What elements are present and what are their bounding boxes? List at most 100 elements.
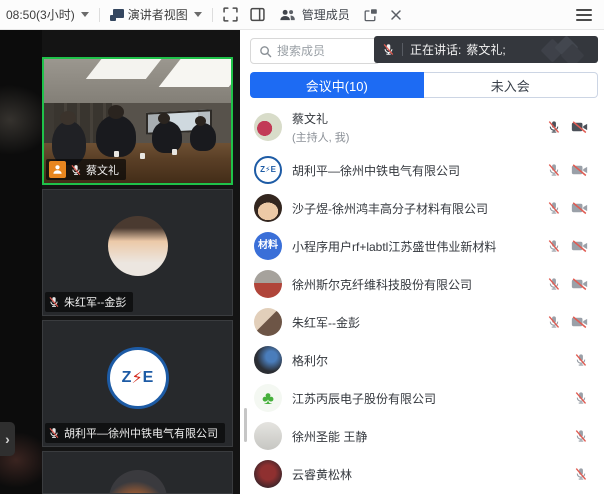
company-logo-avatar: Z ⚡ E xyxy=(106,347,169,409)
tab-in-meeting[interactable]: 会议中(10) xyxy=(250,72,424,98)
camera-status-icon[interactable] xyxy=(571,277,588,291)
member-avatar xyxy=(254,194,282,222)
mic-status-icon[interactable] xyxy=(547,315,561,329)
member-row[interactable]: 朱红军--金彭 xyxy=(240,303,604,341)
video-name-label: 朱红军--金彭 xyxy=(45,292,134,312)
mic-status-icon[interactable] xyxy=(547,201,561,215)
member-name: 徐州斯尔克纤维科技股份有限公司 xyxy=(292,277,473,292)
mic-status-icon[interactable] xyxy=(547,277,561,291)
camera-status-icon[interactable] xyxy=(571,201,588,215)
speaking-name: 蔡文礼; xyxy=(466,43,506,57)
member-row[interactable]: ♣ 江苏丙辰电子股份有限公司 xyxy=(240,379,604,417)
member-avatar xyxy=(254,460,282,488)
video-tile-partial[interactable] xyxy=(42,451,233,494)
member-row[interactable]: 蔡文礼 (主持人, 我) xyxy=(240,103,604,151)
camera-status-icon[interactable] xyxy=(571,239,588,253)
member-row[interactable]: 徐州圣能 王静 xyxy=(240,417,604,455)
mic-muted-icon xyxy=(48,296,60,308)
participant-name: 朱红军--金彭 xyxy=(64,297,127,309)
member-avatar xyxy=(254,270,282,298)
member-name: 格利尔 xyxy=(292,353,329,368)
participant-avatar xyxy=(108,470,167,493)
member-list: 蔡文礼 (主持人, 我) Z⚡E 胡利平—徐州中铁电气有限公司 沙子煜-徐州鸿丰… xyxy=(240,103,604,494)
member-row[interactable]: 云睿黄松林 xyxy=(240,455,604,493)
member-name: 云睿黄松林 xyxy=(292,467,353,482)
member-row[interactable]: 材料 小程序用户rf+labtl江苏盛世伟业新材料 xyxy=(240,227,604,265)
member-management-panel: 正在讲话: 蔡文礼; 会议中(10) 未入会 蔡文礼 (主持人, 我) Z⚡E … xyxy=(240,30,604,494)
watermark-logo xyxy=(538,36,588,63)
member-row[interactable]: 格利尔 xyxy=(240,341,604,379)
video-tile-active-speaker[interactable]: 蔡文礼 xyxy=(42,57,233,185)
mic-status-icon[interactable] xyxy=(547,120,561,134)
member-avatar: ♣ xyxy=(254,384,282,412)
member-name: 胡利平—徐州中铁电气有限公司 xyxy=(292,163,461,178)
member-name: 蔡文礼 xyxy=(292,111,329,126)
member-avatar xyxy=(254,308,282,336)
search-input[interactable] xyxy=(277,44,367,58)
participant-name: 蔡文礼 xyxy=(86,164,119,177)
toast-divider xyxy=(402,43,403,56)
member-row[interactable]: 沙子煜-徐州鸿丰高分子材料有限公司 xyxy=(240,189,604,227)
video-tile[interactable]: Z ⚡ E 胡利平—徐州中铁电气有限公司 xyxy=(42,320,233,447)
member-row[interactable]: 徐州斯尔克纤维科技股份有限公司 xyxy=(240,265,604,303)
fullscreen-button[interactable] xyxy=(217,0,244,29)
top-toolbar: 08:50(3小时) 演讲者视图 管理成员 xyxy=(0,0,604,30)
mic-status-icon[interactable] xyxy=(574,391,588,405)
chevron-down-icon xyxy=(193,12,202,17)
member-name: 小程序用户rf+labtl江苏盛世伟业新材料 xyxy=(292,239,497,254)
participant-avatar xyxy=(107,216,168,276)
mic-on-icon xyxy=(70,164,82,176)
host-badge-icon xyxy=(49,161,66,178)
speaking-now-toast: 正在讲话: 蔡文礼; xyxy=(374,36,598,63)
search-icon xyxy=(259,45,272,58)
camera-status-icon[interactable] xyxy=(571,120,588,134)
manage-members-tab[interactable]: 管理成员 xyxy=(271,0,410,29)
popout-panel-icon[interactable] xyxy=(364,8,378,22)
mic-status-icon[interactable] xyxy=(574,353,588,367)
member-avatar xyxy=(254,113,282,141)
speaker-view-icon xyxy=(109,8,124,21)
scrollbar-thumb[interactable] xyxy=(244,408,247,442)
camera-status-icon[interactable] xyxy=(571,315,588,329)
member-name: 沙子煜-徐州鸿丰高分子材料有限公司 xyxy=(292,201,488,216)
panel-title: 管理成员 xyxy=(301,8,350,22)
member-subtitle: (主持人, 我) xyxy=(292,131,350,144)
toolbar-divider xyxy=(211,7,213,22)
video-name-label: 胡利平—徐州中铁电气有限公司 xyxy=(45,423,225,443)
chevron-down-icon xyxy=(80,12,89,17)
member-row[interactable]: Z⚡E 胡利平—徐州中铁电气有限公司 xyxy=(240,151,604,189)
close-panel-icon[interactable] xyxy=(390,9,402,21)
menu-button[interactable] xyxy=(564,8,604,21)
view-mode-label: 演讲者视图 xyxy=(127,8,188,22)
member-name: 徐州圣能 王静 xyxy=(292,429,368,444)
mic-status-icon[interactable] xyxy=(547,239,561,253)
video-name-label: 蔡文礼 xyxy=(46,159,126,180)
member-avatar xyxy=(254,422,282,450)
expand-panel-button[interactable]: › xyxy=(0,422,15,456)
meeting-timer-dropdown[interactable]: 08:50(3小时) xyxy=(0,0,95,29)
member-avatar xyxy=(254,346,282,374)
member-search-box[interactable] xyxy=(250,38,380,64)
mic-muted-icon xyxy=(48,427,60,439)
member-avatar: Z⚡E xyxy=(254,156,282,184)
toolbar-divider xyxy=(98,7,100,22)
mic-status-icon[interactable] xyxy=(547,163,561,177)
video-thumbnails-area: › 蔡文礼 朱红军--金彭 Z ⚡ E 胡利平—徐州中铁电气有限公司 xyxy=(0,30,240,494)
mic-status-icon[interactable] xyxy=(574,467,588,481)
member-tabs: 会议中(10) 未入会 xyxy=(250,72,598,98)
view-mode-dropdown[interactable]: 演讲者视图 xyxy=(104,0,208,29)
participant-name: 胡利平—徐州中铁电气有限公司 xyxy=(64,428,218,440)
camera-status-icon[interactable] xyxy=(571,163,588,177)
member-name: 朱红军--金彭 xyxy=(292,315,360,330)
people-icon xyxy=(279,8,296,22)
mic-status-icon[interactable] xyxy=(574,429,588,443)
mic-active-icon xyxy=(382,43,395,56)
member-name: 江苏丙辰电子股份有限公司 xyxy=(292,391,437,406)
speaking-label: 正在讲话: xyxy=(410,43,462,57)
meeting-timer: 08:50(3小时) xyxy=(6,8,75,22)
side-panel-layout-button[interactable] xyxy=(244,0,271,29)
tab-not-joined[interactable]: 未入会 xyxy=(423,72,598,98)
member-avatar: 材料 xyxy=(254,232,282,260)
meeting-app-window: 08:50(3小时) 演讲者视图 管理成员 › 蔡文礼 朱红军--金彭 Z ⚡ … xyxy=(0,0,604,494)
video-tile[interactable]: 朱红军--金彭 xyxy=(42,189,233,316)
